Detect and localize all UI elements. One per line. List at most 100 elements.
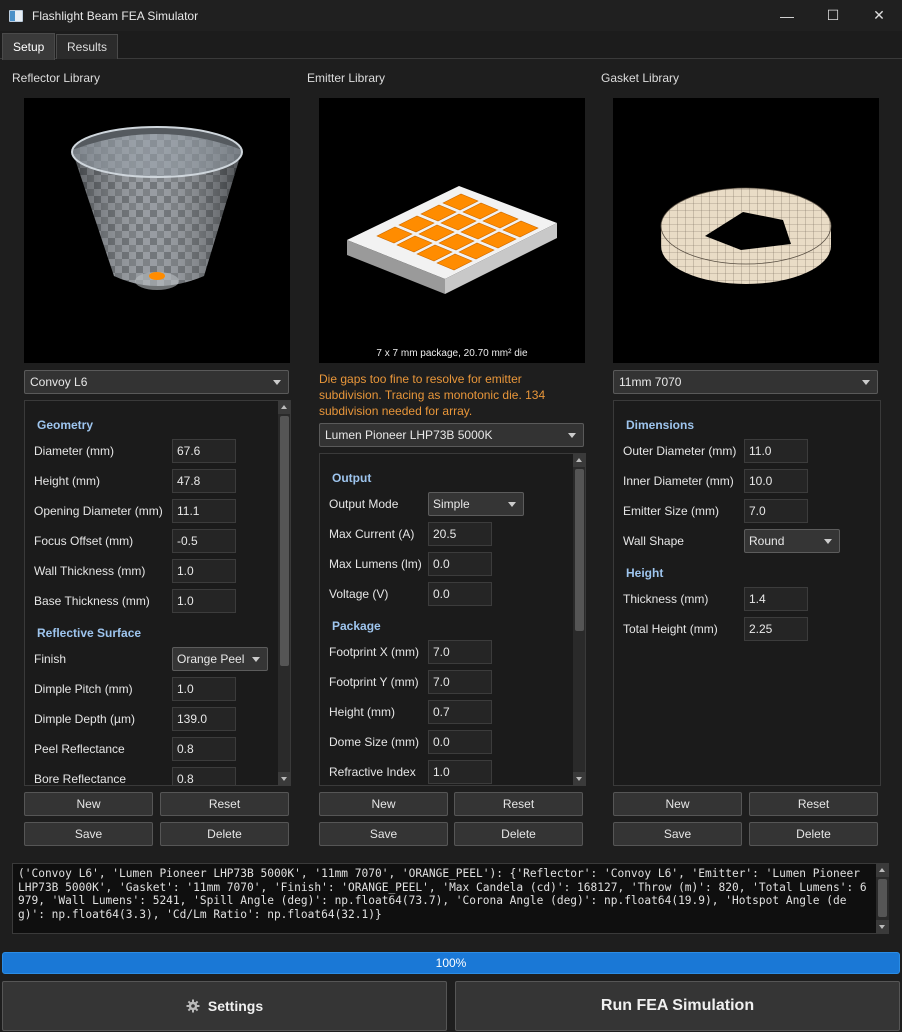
field-label: Inner Diameter (mm) xyxy=(623,474,734,488)
minimize-button[interactable]: — xyxy=(764,0,810,31)
section-dimensions: Dimensions xyxy=(626,418,695,432)
reflector-scrollbar[interactable] xyxy=(278,401,290,785)
outer-diameter-input[interactable]: 11.0 xyxy=(744,439,808,463)
emitter-glow xyxy=(149,272,165,280)
dimple-depth-input[interactable]: 139.0 xyxy=(172,707,236,731)
height-input[interactable]: 47.8 xyxy=(172,469,236,493)
diameter-input[interactable]: 67.6 xyxy=(172,439,236,463)
scroll-down-icon[interactable] xyxy=(278,772,290,785)
scroll-up-icon[interactable] xyxy=(573,454,585,467)
base-thickness-input[interactable]: 1.0 xyxy=(172,589,236,613)
gasket-save-button[interactable]: Save xyxy=(613,822,742,846)
reflector-new-button[interactable]: New xyxy=(24,792,153,816)
reflector-library-label: Reflector Library xyxy=(12,71,101,85)
reflector-select[interactable]: Convoy L6 xyxy=(24,370,289,394)
refractive-index-input[interactable]: 1.0 xyxy=(428,760,492,784)
gasket-select[interactable]: 11mm 7070 xyxy=(613,370,878,394)
emitter-scrollbar[interactable] xyxy=(573,454,585,785)
scroll-up-icon[interactable] xyxy=(278,401,290,414)
wall-shape-select[interactable]: Round xyxy=(744,529,840,553)
settings-label: Settings xyxy=(207,998,264,1014)
gasket-library-label: Gasket Library xyxy=(601,71,680,85)
total-height-input[interactable]: 2.25 xyxy=(744,617,808,641)
scroll-down-icon[interactable] xyxy=(876,920,889,933)
emitter-warning: Die gaps too fine to resolve for emitter… xyxy=(319,372,546,418)
field-label: Focus Offset (mm) xyxy=(34,534,134,548)
settings-button[interactable]: Settings xyxy=(2,981,447,1031)
maximize-button[interactable]: ☐ xyxy=(810,0,856,31)
reflector-delete-button[interactable]: Delete xyxy=(160,822,289,846)
results-log-text: ('Convoy L6', 'Lumen Pioneer LHP73B 5000… xyxy=(18,867,867,921)
footprint-x-input[interactable]: 7.0 xyxy=(428,640,492,664)
opening-diameter-input[interactable]: 11.1 xyxy=(172,499,236,523)
field-label: Wall Shape xyxy=(623,534,684,548)
scroll-down-icon[interactable] xyxy=(573,772,585,785)
emitter-select[interactable]: Lumen Pioneer LHP73B 5000K xyxy=(319,423,584,447)
gasket-delete-button[interactable]: Delete xyxy=(749,822,878,846)
tab-results[interactable]: Results xyxy=(56,34,119,59)
finish-select-value: Orange Peel xyxy=(177,652,245,666)
emitter-model xyxy=(347,186,557,294)
peel-reflectance-input[interactable]: 0.8 xyxy=(172,737,236,761)
scroll-thumb[interactable] xyxy=(280,416,289,666)
chevron-down-icon xyxy=(273,380,281,385)
scroll-thumb[interactable] xyxy=(575,469,584,631)
max-lumens-input[interactable]: 0.0 xyxy=(428,552,492,576)
gear-icon xyxy=(186,999,200,1013)
section-height: Height xyxy=(626,566,664,580)
log-scrollbar[interactable] xyxy=(876,864,889,933)
gasket-new-button[interactable]: New xyxy=(613,792,742,816)
field-label: Total Height (mm) xyxy=(623,622,718,636)
gasket-select-value: 11mm 7070 xyxy=(619,375,682,389)
dome-size-input[interactable]: 0.0 xyxy=(428,730,492,754)
chevron-down-icon xyxy=(252,657,260,662)
package-height-input[interactable]: 0.7 xyxy=(428,700,492,724)
chevron-down-icon xyxy=(508,502,516,507)
scroll-up-icon[interactable] xyxy=(876,864,889,877)
field-label: Dimple Pitch (mm) xyxy=(34,682,133,696)
section-package: Package xyxy=(332,619,381,633)
tab-bar: Setup Results xyxy=(0,31,902,60)
reflector-reset-button[interactable]: Reset xyxy=(160,792,289,816)
emitter-reset-button[interactable]: Reset xyxy=(454,792,583,816)
field-label: Footprint X (mm) xyxy=(329,645,420,659)
window-title: Flashlight Beam FEA Simulator xyxy=(32,8,199,23)
thickness-input[interactable]: 1.4 xyxy=(744,587,808,611)
emitter-new-button[interactable]: New xyxy=(319,792,448,816)
output-mode-select[interactable]: Simple xyxy=(428,492,524,516)
reflector-3d-viewport[interactable] xyxy=(24,98,290,363)
reflector-save-button[interactable]: Save xyxy=(24,822,153,846)
field-label: Opening Diameter (mm) xyxy=(34,504,163,518)
emitter-size-input[interactable]: 7.0 xyxy=(744,499,808,523)
finish-select[interactable]: Orange Peel xyxy=(172,647,268,671)
emitter-3d-viewport[interactable]: 7 x 7 mm package, 20.70 mm² die xyxy=(319,98,585,363)
close-button[interactable]: ✕ xyxy=(856,0,902,31)
emitter-save-button[interactable]: Save xyxy=(319,822,448,846)
results-log[interactable]: ('Convoy L6', 'Lumen Pioneer LHP73B 5000… xyxy=(12,863,889,934)
footprint-y-input[interactable]: 7.0 xyxy=(428,670,492,694)
wall-thickness-input[interactable]: 1.0 xyxy=(172,559,236,583)
field-label: Diameter (mm) xyxy=(34,444,114,458)
max-current-input[interactable]: 20.5 xyxy=(428,522,492,546)
field-label: Peel Reflectance xyxy=(34,742,125,756)
scroll-thumb[interactable] xyxy=(878,879,887,917)
emitter-delete-button[interactable]: Delete xyxy=(454,822,583,846)
emitter-caption: 7 x 7 mm package, 20.70 mm² die xyxy=(376,348,528,359)
field-label: Dome Size (mm) xyxy=(329,735,420,749)
field-label: Refractive Index xyxy=(329,765,416,779)
gasket-reset-button[interactable]: Reset xyxy=(749,792,878,816)
field-label: Thickness (mm) xyxy=(623,592,709,606)
voltage-input[interactable]: 0.0 xyxy=(428,582,492,606)
gasket-3d-viewport[interactable] xyxy=(613,98,879,363)
section-geometry: Geometry xyxy=(37,418,94,432)
tab-setup[interactable]: Setup xyxy=(2,33,56,60)
bore-reflectance-input[interactable]: 0.8 xyxy=(172,767,236,785)
reflector-select-value: Convoy L6 xyxy=(30,375,88,389)
field-label: Base Thickness (mm) xyxy=(34,594,150,608)
focus-offset-input[interactable]: -0.5 xyxy=(172,529,236,553)
inner-diameter-input[interactable]: 10.0 xyxy=(744,469,808,493)
section-output: Output xyxy=(332,471,372,485)
run-fea-simulation-button[interactable]: Run FEA Simulation xyxy=(455,981,900,1031)
app-icon xyxy=(9,9,23,22)
dimple-pitch-input[interactable]: 1.0 xyxy=(172,677,236,701)
